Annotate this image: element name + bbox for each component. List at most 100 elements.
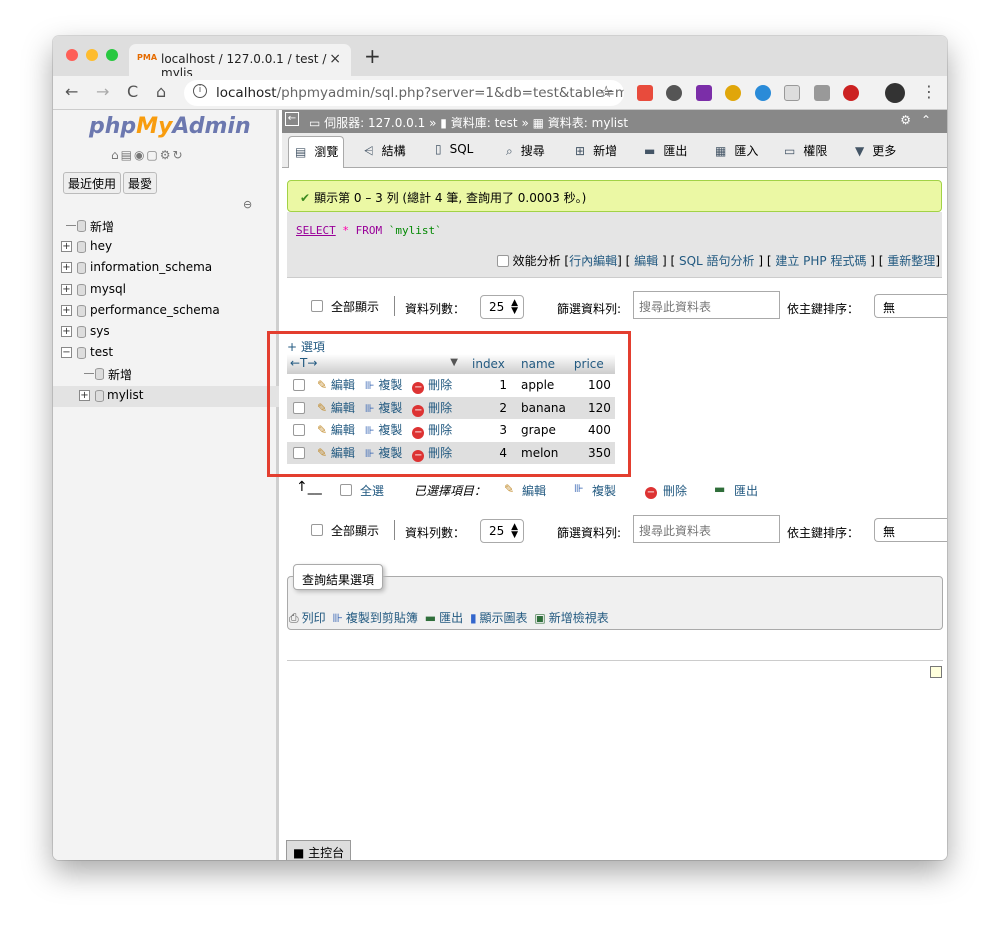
tab-icon: ▬ bbox=[644, 144, 656, 158]
tab-7[interactable]: ▭ 權限 bbox=[784, 142, 827, 159]
sidebar-item-label: 新增 bbox=[90, 220, 115, 234]
sidebar-item[interactable]: + performance_schema bbox=[61, 301, 279, 322]
expand-icon[interactable]: + bbox=[61, 241, 72, 253]
breadcrumb-table[interactable]: 資料表: mylist bbox=[548, 116, 628, 130]
extension-badge-icon[interactable] bbox=[637, 85, 653, 101]
sidebar-item[interactable]: 新增 bbox=[61, 364, 279, 385]
select-all-checkbox[interactable] bbox=[340, 484, 352, 496]
sidebar-item[interactable]: + hey bbox=[61, 237, 279, 258]
expand-icon[interactable]: + bbox=[61, 262, 72, 274]
tab-close-icon[interactable]: × bbox=[329, 51, 341, 67]
console-icon: ■ bbox=[293, 846, 309, 860]
settings-icon[interactable]: ⚙⌃ bbox=[900, 113, 941, 127]
extension-chat-icon[interactable] bbox=[666, 85, 682, 101]
close-window-button[interactable] bbox=[66, 49, 78, 61]
maximize-window-button[interactable] bbox=[106, 49, 118, 61]
collapse-icon[interactable]: − bbox=[61, 347, 72, 359]
favorites-button[interactable]: 最愛 bbox=[123, 172, 158, 194]
export-link[interactable]: 匯出 bbox=[439, 611, 463, 625]
show-all-label: 全部顯示 bbox=[331, 524, 380, 538]
expand-icon[interactable]: + bbox=[61, 325, 72, 337]
tab-0[interactable]: ▤ 瀏覽 bbox=[288, 136, 345, 168]
browser-tab[interactable]: PMA localhost / 127.0.0.1 / test / mylis… bbox=[129, 44, 351, 80]
extension-print-icon[interactable] bbox=[814, 85, 830, 101]
edit-sql-link[interactable]: 編輯 bbox=[634, 254, 658, 268]
tab-1[interactable]: ⩤ 結構 bbox=[364, 142, 406, 159]
show-all-checkbox[interactable] bbox=[311, 524, 323, 536]
filter-label: 篩選資料列: bbox=[557, 526, 622, 540]
browser-toolbar: ← → C ⌂ i localhost/phpmyadmin/sql.php?s… bbox=[53, 76, 947, 110]
batch-edit-button[interactable]: 編輯 bbox=[522, 482, 546, 499]
expand-icon[interactable]: + bbox=[79, 389, 90, 401]
tab-5[interactable]: ▬ 匯出 bbox=[644, 142, 687, 159]
show-all-checkbox[interactable] bbox=[311, 300, 323, 312]
tab-6[interactable]: ▦ 匯入 bbox=[715, 142, 758, 159]
tab-3[interactable]: ⌕ 搜尋 bbox=[506, 142, 545, 159]
create-view-link[interactable]: 新增檢視表 bbox=[549, 611, 609, 625]
tab-2[interactable]: ▯ SQL bbox=[435, 142, 473, 156]
breadcrumb-server[interactable]: 伺服器: 127.0.0.1 bbox=[324, 116, 425, 130]
info-icon[interactable]: i bbox=[193, 84, 207, 98]
forward-icon[interactable]: → bbox=[96, 82, 109, 101]
batch-delete-button[interactable]: 刪除 bbox=[663, 482, 687, 499]
new-tab-button[interactable]: + bbox=[364, 44, 381, 68]
analyze-sql-link[interactable]: SQL 語句分析 bbox=[679, 254, 755, 268]
database-icon bbox=[77, 283, 86, 296]
extension-w-icon[interactable] bbox=[784, 85, 800, 101]
sidebar-item-label: sys bbox=[90, 323, 110, 338]
print-link[interactable]: 列印 bbox=[302, 611, 326, 625]
sidebar-item[interactable]: − test bbox=[61, 343, 279, 364]
sidebar-item[interactable]: + sys bbox=[61, 322, 279, 343]
refresh-link[interactable]: 重新整理 bbox=[887, 254, 935, 268]
browser-menu-icon[interactable]: ⋮ bbox=[921, 82, 937, 101]
link-icon[interactable]: ⊖ bbox=[243, 198, 252, 211]
select-all-label[interactable]: 全選 bbox=[360, 482, 384, 499]
extension-color-icon[interactable] bbox=[725, 85, 741, 101]
copy-clipboard-link[interactable]: 複製到剪貼簿 bbox=[346, 611, 418, 625]
sidebar-item[interactable]: + information_schema bbox=[61, 258, 279, 279]
batch-export-button[interactable]: 匯出 bbox=[734, 482, 758, 499]
database-icon bbox=[77, 241, 86, 254]
batch-copy-button[interactable]: 複製 bbox=[592, 482, 616, 499]
tab-4[interactable]: ⊞ 新增 bbox=[575, 142, 617, 159]
address-bar[interactable]: i localhost/phpmyadmin/sql.php?server=1&… bbox=[184, 80, 624, 106]
inline-edit-link[interactable]: 行內編輯 bbox=[569, 254, 617, 268]
sidebar-quick-icons[interactable]: ⌂▤◉▢⚙↻ bbox=[111, 148, 185, 162]
collapse-nav-icon[interactable]: ← bbox=[285, 112, 299, 126]
breadcrumb: ← ▭ 伺服器: 127.0.0.1 » ▮ 資料庫: test » ▦ 資料表… bbox=[282, 110, 947, 133]
sql-query[interactable]: SELECT * FROM `mylist` bbox=[296, 224, 442, 237]
back-icon[interactable]: ← bbox=[65, 82, 78, 101]
extension-rp-icon[interactable] bbox=[696, 85, 712, 101]
bookmark-star-icon[interactable]: ☆ bbox=[599, 82, 613, 101]
profile-avatar[interactable] bbox=[885, 83, 905, 103]
console-toggle[interactable]: ■ 主控台 bbox=[286, 840, 352, 860]
minimize-window-button[interactable] bbox=[86, 49, 98, 61]
home-icon[interactable]: ⌂ bbox=[156, 82, 166, 101]
sidebar-item[interactable]: 新增 bbox=[61, 216, 279, 237]
tab-8[interactable]: ▼ 更多 bbox=[855, 142, 896, 159]
expand-icon[interactable]: + bbox=[61, 283, 72, 295]
filter-input[interactable]: 搜尋此資料表 bbox=[633, 291, 780, 319]
highlight-box bbox=[267, 331, 631, 477]
sidebar-item[interactable]: + mysql bbox=[61, 280, 279, 301]
tab-icon: ▦ bbox=[715, 144, 727, 158]
tab-bar: ▤ 瀏覽 ⩤ 結構 ▯ SQL ⌕ 搜尋 ⊞ 新增 ▬ 匯出 ▦ 匯入 ▭ 權限 ▼ 更多 bbox=[282, 133, 947, 168]
create-php-link[interactable]: 建立 PHP 程式碼 bbox=[775, 254, 866, 268]
filter-input[interactable]: 搜尋此資料表 bbox=[633, 515, 780, 543]
recent-button[interactable]: 最近使用 bbox=[63, 172, 122, 194]
expand-icon[interactable]: + bbox=[61, 304, 72, 316]
bookmark-icon[interactable] bbox=[930, 666, 942, 678]
rows-select[interactable]: 25 ▲ ▼ bbox=[480, 295, 524, 319]
extension-compass-icon[interactable] bbox=[755, 85, 771, 101]
profiling-checkbox[interactable] bbox=[496, 255, 509, 267]
display-chart-link[interactable]: 顯示圖表 bbox=[480, 611, 528, 625]
sort-select[interactable]: 無 bbox=[874, 518, 947, 542]
phpmyadmin-logo[interactable]: phpMyAdmin bbox=[89, 114, 251, 139]
sort-select[interactable]: 無 bbox=[874, 294, 947, 318]
extension-red-icon[interactable] bbox=[843, 85, 859, 101]
rows-select[interactable]: 25 ▲ ▼ bbox=[480, 519, 524, 543]
tab-label: 新增 bbox=[593, 144, 618, 158]
breadcrumb-database[interactable]: 資料庫: test bbox=[451, 116, 518, 130]
reload-icon[interactable]: C bbox=[127, 82, 138, 101]
sidebar-item[interactable]: + mylist bbox=[53, 385, 279, 407]
